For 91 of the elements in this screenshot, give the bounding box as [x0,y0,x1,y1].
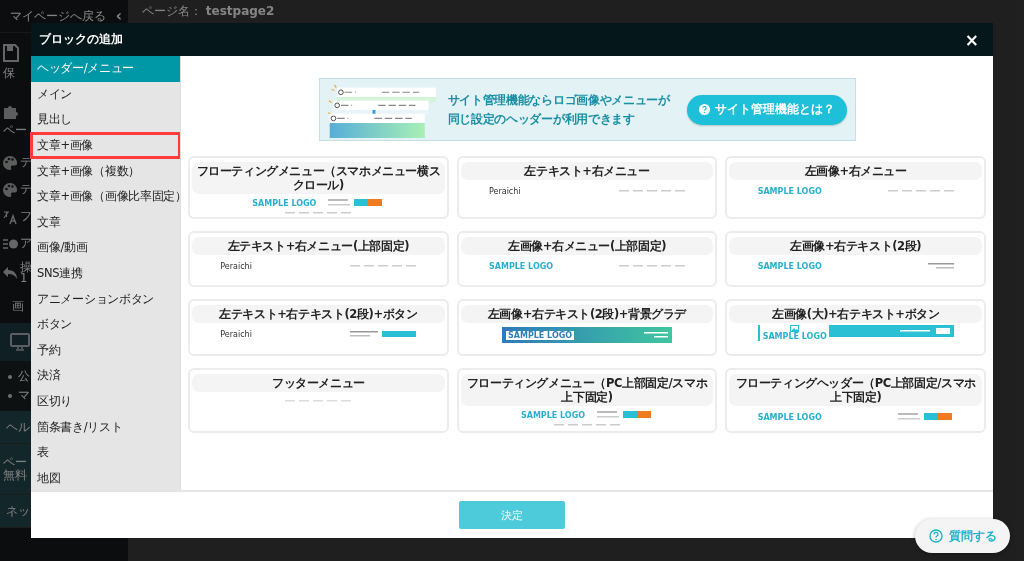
category-item[interactable]: 表 [31,439,180,466]
contact-buttons-drawing [328,198,385,208]
logo-text: Peraichi [220,261,252,271]
help-icon [698,104,710,115]
contact-buttons-drawing [597,410,654,420]
block-title: 左画像(大)+右テキスト+ボタン [729,305,982,323]
text-button-drawing [899,328,950,334]
block-option[interactable]: フローティングメニュー（PC上部固定/スマホ上下固定) SAMPLE LOGO [456,368,718,433]
nav-label[interactable]: ア [20,236,32,251]
logo-text: SAMPLE LOGO [489,261,554,271]
block-title: 左テキスト+右メニュー [460,162,714,180]
block-option[interactable]: 左画像+右メニュー SAMPLE LOGO [725,156,986,219]
block-option[interactable]: 左テキスト+右メニュー(上部固定) Peraichi [188,231,449,287]
logo-text: SAMPLE LOGO [252,198,317,208]
logo-text: SAMPLE LOGO [506,330,575,340]
block-title: フッターメニュー [192,374,445,392]
nav-label[interactable]: テ [20,155,32,170]
block-title: 左画像+右メニュー [729,162,982,180]
nav-label[interactable]: ペー 無料 [3,456,27,482]
logo-text: SAMPLE LOGO [757,412,822,422]
block-title: フローティングメニュー（PC上部固定/スマホ上下固定) [460,374,714,406]
nav-label[interactable]: フ [20,209,32,224]
nav-label[interactable]: テ [20,182,32,197]
nav-label[interactable]: 操 1 [20,262,32,284]
promo-message: 同じ設定のヘッダーが利用できます [447,110,636,128]
category-item[interactable]: 文章+画像（画像比率固定） [31,183,180,210]
page-name: ページ名： testpage2 [142,3,275,20]
block-title: 左テキスト+右メニュー(上部固定) [192,237,445,255]
block-title: 左画像+右テキスト(2段)+背景グラデ [460,305,714,323]
text-lines-drawing [927,263,954,269]
nav-section[interactable]: ネッ [6,503,30,519]
bullet-item: 公 [18,369,30,384]
category-item[interactable]: メイン [31,81,180,108]
logo-text: SAMPLE LOGO [520,410,586,420]
nav-label[interactable]: ペー [3,122,27,138]
collapse-button[interactable]: ‹ [115,7,122,25]
block-option[interactable]: 左画像+右テキスト(2段) SAMPLE LOGO [725,231,986,287]
text-lines-drawing [644,332,668,338]
logo-text: SAMPLE LOGO [762,332,827,341]
block-title: フローティングメニュー（スマホメニュー横スクロール) [192,162,445,194]
block-option[interactable]: 左画像+右テキスト(2段)+背景グラデ SAMPLE LOGO [456,299,718,356]
help-icon [928,529,943,543]
category-item[interactable]: 区切り [31,388,180,415]
block-option[interactable]: 左テキスト+右メニュー Peraichi [456,156,718,219]
undo-icon [2,266,18,280]
list-toggle-icon [2,237,18,250]
category-item[interactable]: 決済 [31,363,180,389]
category-item[interactable]: 文章 [31,209,180,236]
monitor-icon [10,333,30,351]
font-size-icon [2,208,18,225]
nav-section[interactable]: ヘル [6,419,30,435]
contact-buttons-drawing [897,412,954,422]
category-item[interactable]: 文章+画像 [31,132,180,159]
block-option[interactable]: フッターメニュー [188,368,449,433]
logo-text: SAMPLE LOGO [757,261,822,271]
save-icon [3,43,19,62]
category-item[interactable]: 地図 [31,465,180,492]
category-item[interactable]: 文章+画像（複数） [31,158,180,184]
logo-text: Peraichi [489,186,521,196]
category-item[interactable]: ボタン [31,311,180,338]
category-item[interactable]: SNS連携 [31,260,180,287]
bullet-icon [8,393,12,398]
nav-label[interactable]: 保 [3,65,15,81]
block-option[interactable]: 左画像+右メニュー(上部固定) SAMPLE LOGO [456,231,718,287]
block-title: フローティングヘッダー（PC上部固定/スマホ上下固定) [729,374,982,406]
category-item[interactable]: ヘッダー/メニュー [31,56,180,82]
close-button[interactable]: × [960,29,983,50]
logo-text: SAMPLE LOGO [757,186,822,196]
block-option[interactable]: フローティングメニュー（スマホメニュー横スクロール) SAMPLE LOGO [188,156,449,219]
bullet-item: マ [18,388,30,403]
text-button-drawing [350,330,417,338]
image-icon [790,325,800,332]
nav-label[interactable]: 画 [12,298,24,314]
palette-icon [2,181,18,198]
category-item[interactable]: 箇条書き/リスト [31,414,180,440]
category-item[interactable]: 予約 [31,337,180,364]
block-title: 左画像+右テキスト(2段) [729,237,982,255]
block-title: 左画像+右メニュー(上部固定) [460,237,714,255]
back-link[interactable]: マイページへ戻る [10,8,106,24]
block-option[interactable]: フローティングヘッダー（PC上部固定/スマホ上下固定) SAMPLE LOGO [725,368,986,433]
palette-icon [2,154,18,171]
category-item[interactable]: 見出し [31,107,180,133]
block-title: 左テキスト+右テキスト(2段)+ボタン [192,305,445,323]
category-item[interactable]: アニメーションボタン [31,286,180,312]
block-option[interactable]: 左テキスト+右テキスト(2段)+ボタン Peraichi [188,299,449,356]
logo-text: Peraichi [220,329,252,339]
block-option[interactable]: 左画像(大)+右テキスト+ボタン SAMPLE LOGO [725,299,986,356]
promo-message: サイト管理機能ならロゴ画像やメニューが [447,91,672,109]
bullet-icon [8,374,12,379]
category-item[interactable]: 画像/動画 [31,235,180,261]
dialog-title: ブロックの追加 [39,31,123,48]
